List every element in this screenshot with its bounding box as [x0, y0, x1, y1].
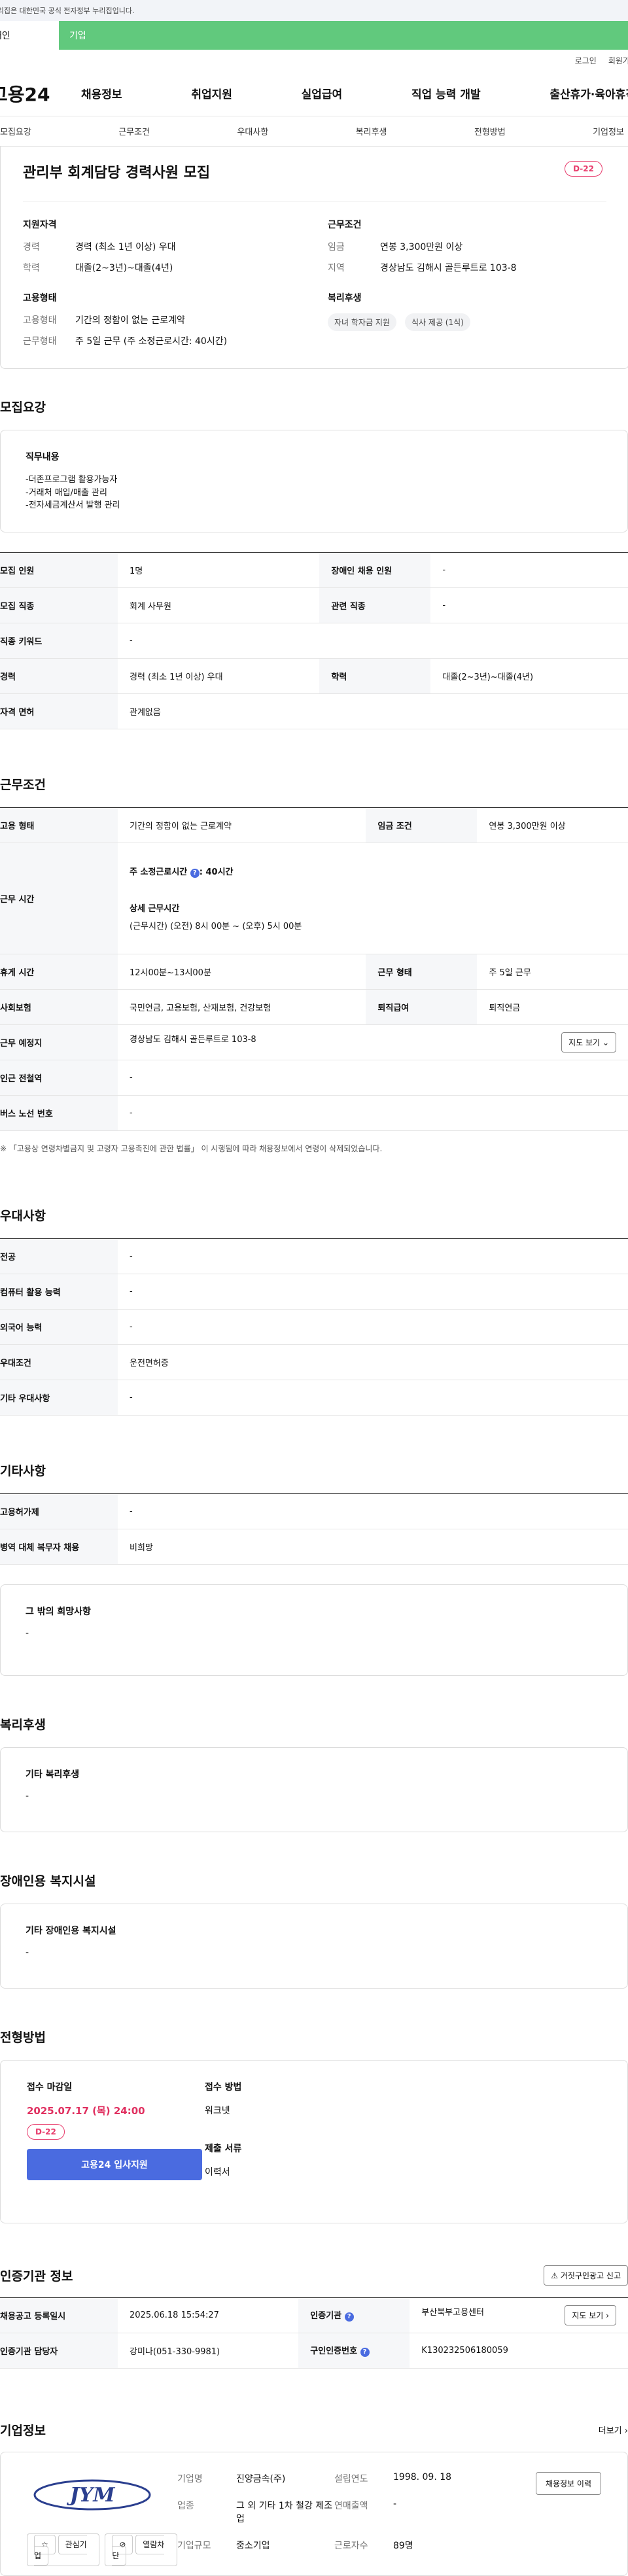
table-row: 근무 시간 주 소정근로시간 ?: 40시간 상세 근무시간 (근무시간) (오…	[0, 843, 628, 954]
screening-section-title: 전형방법	[0, 2030, 46, 2045]
subnav-pref[interactable]: 우대사항	[237, 125, 268, 137]
table-row: 기타 우대사항 -	[0, 1380, 628, 1416]
subnav-company[interactable]: 기업정보	[593, 125, 624, 137]
screening-box: 접수 마감일 2025.07.17 (목) 24:00 D-22 고용24 입사…	[0, 2059, 628, 2223]
table-row: 인증기관 담당자 강미나(051-330-9981) 구인인증번호 ? K130232…	[0, 2333, 628, 2369]
gnb-item-unemployment[interactable]: 실업급여	[302, 85, 343, 101]
company-logo: JYM	[27, 2472, 158, 2518]
section-nav: 모집요강 근무조건 우대사항 복리후생 전형방법 기업정보	[0, 116, 628, 147]
dday-badge: D-22	[565, 161, 602, 177]
welfare-box: 기타 복리후생 -	[0, 1747, 628, 1832]
table-row: 버스 노선 번호 -	[0, 1095, 628, 1131]
hope-box: 그 밖의 희망사항 -	[0, 1584, 628, 1676]
help-icon[interactable]: ?	[344, 2312, 354, 2322]
login-link[interactable]: 로그인	[575, 55, 597, 66]
work-section-title: 근무조건	[0, 777, 46, 792]
welfare-section-title: 복리후생	[0, 1717, 46, 1732]
etc-table: 고용허가제 - 병역 대체 복무자 채용 비희망	[0, 1493, 628, 1565]
qual-heading: 지원자격	[23, 220, 57, 230]
table-row: 모집 인원 1명 장애인 채용 인원 -	[0, 552, 628, 588]
etc-section-title: 기타사항	[0, 1463, 46, 1478]
welfare-pill: 자녀 학자금 지원	[328, 313, 396, 331]
pref-table: 전공 - 컴퓨터 활용 능력 - 외국어 능력 - 우대조건 운전면허증 기타 우대사항…	[0, 1238, 628, 1416]
table-row: 사회보험 국민연금, 고용보험, 산재보험, 건강보험 퇴직급여 퇴직연금	[0, 989, 628, 1025]
table-row: 병역 대체 복무자 채용 비희망	[0, 1529, 628, 1565]
table-row: 자격 면허 관계없음	[0, 693, 628, 729]
gnb-item-leave[interactable]: 출산휴가·육아휴직	[550, 85, 628, 101]
favorite-button[interactable]: ☆ 관심기업	[27, 2533, 100, 2566]
table-row: 모집 직종 회계 사무원 관련 직종 -	[0, 587, 628, 623]
company-section-title: 기업정보	[0, 2423, 46, 2438]
cert-section-title: 인증기관 정보	[0, 2269, 73, 2284]
welfare-pill: 식사 제공 (1식)	[405, 313, 470, 331]
recruit-section-title: 모집요강	[0, 400, 46, 415]
help-icon[interactable]: ?	[190, 869, 200, 878]
table-row: 근무 예정지 경상남도 김해시 골든루트로 103-8 지도 보기 ⌄	[0, 1024, 628, 1060]
util-links: 로그인 회원가입	[0, 50, 628, 71]
deadline: 2025.07.17 (목) 24:00	[27, 2104, 145, 2117]
chevron-right-icon: ›	[606, 2310, 609, 2320]
cert-table: 채용공고 등록일시 2025.06.18 15:54:27 인증기관 ? 부산북부고용…	[0, 2297, 628, 2369]
table-row: 경력 경력 (최소 1년 이상) 우대 학력 대졸(2~3년)~대졸(4년)	[0, 658, 628, 694]
history-button[interactable]: 채용정보 이력	[535, 2471, 601, 2495]
table-row: 고용허가제 -	[0, 1493, 628, 1529]
apply-button[interactable]: 고용24 입사지원	[27, 2148, 202, 2180]
subnav-welfare[interactable]: 복리후생	[356, 125, 387, 137]
emp-heading: 고용형태	[23, 293, 57, 304]
company-card: JYM ☆ 관심기업 ⊘ 열람차단 기업명 진양금속(주) 설립연도 1998. 0…	[0, 2451, 628, 2576]
table-row: 직종 키워드 -	[0, 623, 628, 659]
table-row: 컴퓨터 활용 능력 -	[0, 1274, 628, 1310]
more-link[interactable]: 더보기 ›	[599, 2424, 628, 2436]
disabled-box: 기타 장애인용 복지시설 -	[0, 1903, 628, 1989]
table-row: 우대조건 운전면허증	[0, 1344, 628, 1380]
tab-individual[interactable]: 개인	[0, 21, 59, 50]
help-icon[interactable]: ?	[360, 2348, 370, 2357]
site-logo[interactable]: 고용24	[0, 80, 63, 107]
chevron-right-icon: ›	[624, 2426, 628, 2436]
table-row: 인근 전철역 -	[0, 1060, 628, 1096]
chevron-down-icon: ⌄	[602, 1037, 609, 1047]
age-note: ※ 「고용상 연령차별금지 및 고령자 고용촉진에 관한 법률」 이 시행됨에 …	[0, 1143, 383, 1153]
table-row: 고용 형태 기간의 정함이 없는 근로계약 임금 조건 연봉 3,300만원 이상	[0, 807, 628, 843]
pref-section-title: 우대사항	[0, 1208, 46, 1223]
table-row: 휴게 시간 12시00분~13시00분 근무 형태 주 5일 근무	[0, 954, 628, 990]
table-row: 전공 -	[0, 1238, 628, 1274]
report-icon: ⚠	[551, 2271, 559, 2280]
tab-company[interactable]: 기업	[59, 21, 124, 50]
table-row: 채용공고 등록일시 2025.06.18 15:54:27 인증기관 ? 부산북부고용…	[0, 2297, 628, 2333]
global-nav: 고용24 채용정보 취업지원 실업급여 직업 능력 개발 출산휴가·육아휴직	[0, 71, 628, 116]
gnb-item-employment-support[interactable]: 취업지원	[191, 85, 232, 101]
table-row: 외국어 능력 -	[0, 1309, 628, 1345]
recruit-table: 모집 인원 1명 장애인 채용 인원 - 모집 직종 회계 사무원 관련 직종 - 직종 키…	[0, 551, 628, 729]
company-logo-mark: JYM	[33, 2479, 151, 2510]
signup-link[interactable]: 회원가입	[608, 55, 628, 66]
gnb-item-jobs[interactable]: 채용정보	[81, 85, 122, 101]
cert-map-button[interactable]: 지도 보기 ›	[565, 2305, 616, 2325]
block-button[interactable]: ⊘ 열람차단	[105, 2533, 177, 2566]
report-button[interactable]: ⚠ 거짓구인광고 신고	[544, 2265, 628, 2286]
subnav-screening[interactable]: 전형방법	[474, 125, 506, 137]
gov-banner: 이 누리집은 대한민국 공식 전자정부 누리집입니다.	[0, 0, 628, 21]
svg-text:JYM: JYM	[67, 2484, 116, 2507]
map-button[interactable]: 지도 보기 ⌄	[561, 1032, 616, 1053]
subnav-work[interactable]: 근무조건	[118, 125, 150, 137]
duty-box: 직무내용 -더존프로그램 활용가능자 -거래처 매입/매출 관리 -전자세금계산…	[0, 430, 628, 532]
gnb-menu: 채용정보 취업지원 실업급여 직업 능력 개발 출산휴가·육아휴직	[63, 85, 628, 101]
cond-heading: 근무조건	[328, 220, 362, 230]
dday-badge: D-22	[27, 2123, 65, 2140]
disabled-section-title: 장애인용 복지시설	[0, 1873, 96, 1888]
subnav-recruit[interactable]: 모집요강	[0, 125, 31, 137]
gnb-item-training[interactable]: 직업 능력 개발	[411, 85, 481, 101]
welfare-heading: 복리후생	[328, 293, 362, 304]
user-type-tabs: 개인 기업	[0, 21, 628, 50]
job-title: 관리부 회계담당 경력사원 모집	[23, 161, 606, 202]
work-table: 고용 형태 기간의 정함이 없는 근로계약 임금 조건 연봉 3,300만원 이상 근…	[0, 807, 628, 1131]
job-summary-card: 관리부 회계담당 경력사원 모집 D-22 지원자격 경력 경력 (최소 1년 이…	[0, 147, 628, 369]
